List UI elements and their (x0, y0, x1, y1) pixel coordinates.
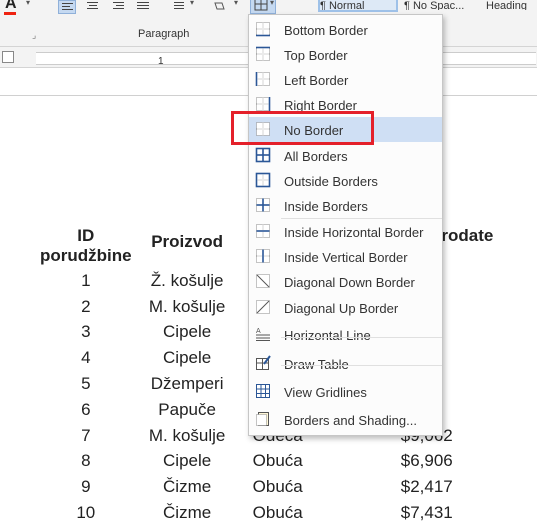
menu-item-label: View Gridlines (284, 385, 367, 400)
borders-shading-icon (255, 411, 271, 427)
menu-item-bottom-border[interactable]: Bottom Border (249, 17, 442, 42)
cell-product: Čizme (163, 477, 212, 497)
cell-product: Čizme (163, 503, 212, 523)
menu-item-label: Inside Borders (284, 199, 368, 214)
cell-id: 6 (81, 399, 91, 419)
menu-item-left-border[interactable]: Left Border (249, 67, 442, 92)
menu-item-label: Outside Borders (284, 174, 378, 189)
menu-item-draw-table[interactable]: Draw Table (249, 351, 442, 376)
menu-separator (281, 365, 442, 366)
cell-sales: $6,906 (400, 451, 453, 471)
svg-text:A: A (256, 328, 261, 335)
cell-id: 10 (76, 503, 96, 523)
chevron-down-icon[interactable]: ▾ (270, 0, 274, 7)
cell-id: 5 (81, 374, 91, 394)
menu-item-top-border[interactable]: Top Border (249, 42, 442, 67)
dialog-launcher-icon[interactable]: ⌟ (32, 30, 36, 41)
horizontal-line-icon: A (255, 326, 271, 342)
view-gridlines-icon (255, 383, 271, 399)
draw-table-icon (255, 355, 271, 371)
shading-button[interactable] (212, 0, 230, 14)
menu-item-label: Horizontal Line (284, 328, 371, 343)
menu-item-all-borders[interactable]: All Borders (249, 143, 442, 168)
table-row: 10 Čizme Obuća $7,431 (40, 500, 537, 526)
line-spacing-button[interactable] (168, 0, 186, 14)
cell-product: Cipele (163, 348, 212, 368)
cell-category: Obuća (252, 477, 303, 497)
menu-separator (281, 218, 442, 219)
align-left-button[interactable] (58, 0, 76, 14)
chevron-down-icon[interactable]: ▾ (190, 0, 194, 7)
menu-item-borders-and-shading[interactable]: Borders and Shading... (249, 407, 442, 432)
header-id: ID porudžbine (40, 226, 132, 265)
cell-category: Obuća (252, 503, 303, 523)
border-all-icon (255, 147, 271, 163)
menu-item-inside-horizontal-border[interactable]: Inside Horizontal Border (249, 219, 442, 244)
ruler-number: 1 (158, 56, 164, 67)
menu-item-label: Inside Vertical Border (284, 250, 408, 265)
borders-dropdown-menu: Bottom Border Top Border Left Border Right … (248, 14, 443, 436)
cell-id: 1 (81, 270, 91, 290)
border-left-icon (255, 71, 271, 87)
cell-product: Džemperi (150, 374, 224, 394)
font-color-button[interactable]: A (2, 0, 22, 15)
cell-id: 9 (81, 477, 91, 497)
cell-product: Cipele (163, 322, 212, 342)
cell-product: Cipele (163, 451, 212, 471)
style-no-spacing[interactable]: ¶ No Spac... (404, 0, 476, 10)
annotation-highlight-box (231, 111, 374, 145)
menu-item-label: Left Border (284, 73, 349, 88)
paragraph-group-label: Paragraph (138, 28, 190, 40)
border-diagonal-up-icon (255, 299, 271, 315)
menu-item-label: Top Border (284, 48, 348, 63)
border-inside-horizontal-icon (255, 223, 271, 239)
menu-item-outside-borders[interactable]: Outside Borders (249, 168, 442, 193)
menu-item-diagonal-down-border[interactable]: Diagonal Down Border (249, 269, 442, 294)
font-color-swatch (4, 12, 16, 15)
menu-item-inside-borders[interactable]: Inside Borders (249, 193, 442, 218)
cell-id: 2 (81, 296, 91, 316)
cell-id: 3 (81, 322, 91, 342)
menu-item-horizontal-line[interactable]: A Horizontal Line (249, 322, 442, 347)
border-top-icon (255, 46, 271, 62)
menu-separator (281, 337, 442, 338)
border-diagonal-down-icon (255, 273, 271, 289)
style-normal[interactable]: ¶ Normal (318, 0, 398, 12)
menu-item-label: Bottom Border (284, 23, 368, 38)
menu-item-label: Borders and Shading... (284, 413, 417, 428)
cell-id: 7 (81, 425, 91, 445)
cell-sales: $2,417 (400, 477, 453, 497)
tab-selector[interactable] (2, 51, 14, 63)
cell-product: Ž. košulje (150, 270, 224, 290)
cell-category: Obuća (252, 451, 303, 471)
cell-sales: $7,431 (400, 503, 453, 523)
chevron-down-icon[interactable]: ▾ (26, 0, 30, 7)
border-inside-icon (255, 197, 271, 213)
menu-item-label: All Borders (284, 149, 348, 164)
border-outside-icon (255, 172, 271, 188)
justify-button[interactable] (134, 0, 152, 14)
paint-bucket-icon (214, 2, 225, 10)
cell-product: Papuče (158, 399, 216, 419)
align-center-button[interactable] (84, 0, 102, 14)
style-heading[interactable]: Heading (486, 0, 537, 10)
menu-item-label: Diagonal Down Border (284, 275, 415, 290)
menu-item-diagonal-up-border[interactable]: Diagonal Up Border (249, 295, 442, 320)
border-right-icon (255, 96, 271, 112)
menu-item-label: Inside Horizontal Border (284, 225, 424, 240)
cell-id: 4 (81, 348, 91, 368)
cell-product: M. košulje (148, 425, 226, 445)
border-inside-vertical-icon (255, 248, 271, 264)
menu-item-label: Diagonal Up Border (284, 301, 399, 316)
chevron-down-icon[interactable]: ▾ (234, 0, 238, 7)
table-row: 8 Cipele Obuća $6,906 (40, 449, 537, 475)
table-row: 9 Čizme Obuća $2,417 (40, 474, 537, 500)
menu-item-view-gridlines[interactable]: View Gridlines (249, 379, 442, 404)
align-right-button[interactable] (110, 0, 128, 14)
border-bottom-icon (255, 21, 271, 37)
cell-id: 8 (81, 451, 91, 471)
cell-product: M. košulje (148, 296, 226, 316)
header-product: Proizvod (151, 232, 224, 251)
menu-item-inside-vertical-border[interactable]: Inside Vertical Border (249, 244, 442, 269)
